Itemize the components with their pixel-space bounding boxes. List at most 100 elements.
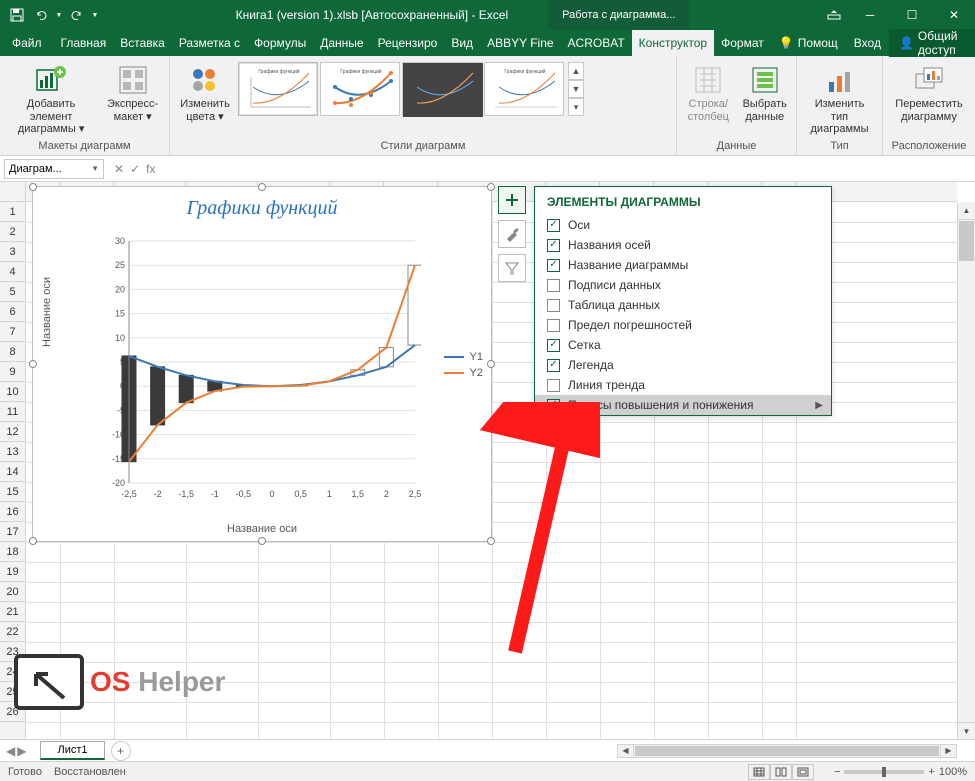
group-location-label: Расположение (887, 139, 971, 153)
person-icon: 👤 (899, 36, 914, 50)
vertical-scrollbar[interactable]: ▲ ▼ (957, 202, 975, 740)
svg-text:0: 0 (269, 489, 274, 499)
tab-acrobat[interactable]: ACROBAT (561, 30, 632, 56)
sign-in[interactable]: Вход (846, 36, 889, 50)
svg-text:-1: -1 (211, 489, 219, 499)
save-icon[interactable] (6, 4, 28, 26)
add-sheet-button[interactable]: + (111, 741, 131, 761)
quick-access-toolbar: ▼ ▼ (0, 4, 106, 26)
tab-data[interactable]: Данные (313, 30, 370, 56)
chart-legend[interactable]: Y1 Y2 (444, 347, 483, 383)
view-page-layout-icon[interactable] (770, 764, 792, 780)
tab-design[interactable]: Конструктор (632, 30, 714, 56)
enter-icon[interactable]: ✓ (130, 162, 140, 176)
chart-styles-button[interactable] (498, 220, 526, 248)
fx-icon[interactable]: fx (146, 162, 155, 176)
sheet-nav-prev-icon[interactable]: ◀ (6, 744, 15, 758)
select-data-button[interactable]: Выбрать данные (738, 58, 793, 125)
tab-home[interactable]: Главная (54, 30, 114, 56)
sheet-nav-next-icon[interactable]: ▶ (17, 744, 26, 758)
tab-format[interactable]: Формат (714, 30, 771, 56)
chart-element-option[interactable]: Подписи данных (535, 275, 831, 295)
svg-text:25: 25 (115, 260, 125, 270)
svg-text:Графики функций: Графики функций (258, 68, 299, 75)
select-all-cell[interactable] (0, 182, 26, 202)
name-box[interactable]: Диаграм...▼ (4, 159, 104, 179)
view-page-break-icon[interactable] (792, 764, 814, 780)
horizontal-scrollbar[interactable]: ◀▶ (131, 744, 958, 758)
hscroll-right-icon[interactable]: ▶ (940, 744, 956, 758)
chart-element-option[interactable]: Линия тренда (535, 375, 831, 395)
switch-row-column-button[interactable]: Строка/столбец (681, 58, 736, 125)
ribbon-options-icon[interactable] (819, 10, 849, 20)
gallery-more-icon[interactable]: ▾ (568, 98, 584, 116)
svg-text:2,5: 2,5 (409, 489, 421, 499)
bulb-icon: 💡 (779, 36, 794, 50)
move-chart-button[interactable]: Переместить диаграмму (887, 58, 971, 125)
popup-header: ЭЛЕМЕНТЫ ДИАГРАММЫ (535, 187, 831, 215)
formula-bar: Диаграм...▼ ✕ ✓ fx (0, 156, 975, 182)
sheet-tab-1[interactable]: Лист1 (40, 741, 104, 760)
tell-me[interactable]: 💡Помощ (771, 36, 846, 50)
cancel-icon[interactable]: ✕ (114, 162, 124, 176)
chart-element-option[interactable]: Название диаграммы (535, 255, 831, 275)
gallery-down-icon[interactable]: ▼ (568, 80, 584, 98)
chart-element-option[interactable]: Названия осей (535, 235, 831, 255)
undo-icon[interactable] (30, 4, 52, 26)
chart-element-option[interactable]: Таблица данных (535, 295, 831, 315)
chart-filters-button[interactable] (498, 254, 526, 282)
chart-plot-area[interactable]: -20-15-10-5051015202530-2,5-2-1,5-1-0,50… (101, 237, 421, 517)
zoom-level[interactable]: 100% (939, 766, 967, 778)
view-normal-icon[interactable] (748, 764, 770, 780)
style-thumb-4[interactable]: Графики функций (484, 62, 564, 116)
ribbon-content: Добавить элемент диаграммы ▾ Экспресс-ма… (0, 56, 975, 156)
tab-formulas[interactable]: Формулы (247, 30, 313, 56)
quick-layout-button[interactable]: Экспресс-макет ▾ (100, 58, 165, 125)
scroll-down-icon[interactable]: ▼ (958, 722, 975, 740)
qat-customize-icon[interactable]: ▼ (90, 4, 100, 26)
redo-icon[interactable] (66, 4, 88, 26)
tab-file[interactable]: Файл (0, 30, 54, 56)
chart-element-option[interactable]: Полосы повышения и понижения▶ (535, 395, 831, 415)
chart-element-option[interactable]: Легенда (535, 355, 831, 375)
close-button[interactable]: ✕ (933, 0, 975, 30)
tab-insert[interactable]: Вставка (113, 30, 172, 56)
change-colors-button[interactable]: Изменить цвета ▾ (174, 58, 236, 125)
style-thumb-3[interactable] (402, 62, 482, 116)
x-axis-title[interactable]: Название оси (33, 523, 491, 535)
style-thumb-2[interactable]: Графики функций (320, 62, 400, 116)
undo-dropdown-icon[interactable]: ▼ (54, 4, 64, 26)
zoom-in-icon[interactable]: + (928, 766, 934, 778)
share-button[interactable]: 👤Общий доступ (889, 29, 975, 57)
status-bar: Готово Восстановлен − + 100% (0, 761, 975, 781)
chart-styles-gallery[interactable]: Графики функций Графики функций Графики … (238, 58, 584, 116)
chart-title[interactable]: Графики функций (33, 187, 491, 224)
svg-text:2: 2 (384, 489, 389, 499)
tab-view[interactable]: Вид (444, 30, 480, 56)
minimize-button[interactable]: ─ (849, 0, 891, 30)
zoom-slider[interactable] (844, 770, 924, 774)
chart-object[interactable]: Графики функций Название оси -20-15-10-5… (32, 186, 492, 542)
tab-abbyy[interactable]: ABBYY Fine (480, 30, 560, 56)
zoom-out-icon[interactable]: − (834, 766, 840, 778)
gallery-up-icon[interactable]: ▲ (568, 62, 584, 80)
chart-element-option[interactable]: Оси (535, 215, 831, 235)
chart-element-option[interactable]: Сетка (535, 335, 831, 355)
chart-element-option[interactable]: Предел погрешностей (535, 315, 831, 335)
svg-text:1,5: 1,5 (352, 489, 365, 499)
worksheet-grid: ABCDEFGHIJKLMN 1234567891011121314151617… (0, 182, 975, 740)
tab-review[interactable]: Рецензиро (371, 30, 445, 56)
hscroll-left-icon[interactable]: ◀ (618, 744, 634, 758)
maximize-button[interactable]: ☐ (891, 0, 933, 30)
style-thumb-1[interactable]: Графики функций (238, 62, 318, 116)
tab-layout[interactable]: Разметка с (172, 30, 247, 56)
status-recovered: Восстановлен (54, 766, 126, 778)
scroll-thumb[interactable] (959, 221, 974, 261)
ribbon-tab-strip: Файл Главная Вставка Разметка с Формулы … (0, 30, 975, 56)
scroll-up-icon[interactable]: ▲ (958, 202, 975, 220)
group-layouts-label: Макеты диаграмм (4, 139, 165, 153)
change-chart-type-button[interactable]: Изменить тип диаграммы (801, 58, 878, 138)
add-chart-element-button[interactable]: Добавить элемент диаграммы ▾ (4, 58, 98, 138)
chart-elements-button[interactable] (498, 186, 526, 214)
y-axis-title[interactable]: Название оси (41, 277, 53, 347)
